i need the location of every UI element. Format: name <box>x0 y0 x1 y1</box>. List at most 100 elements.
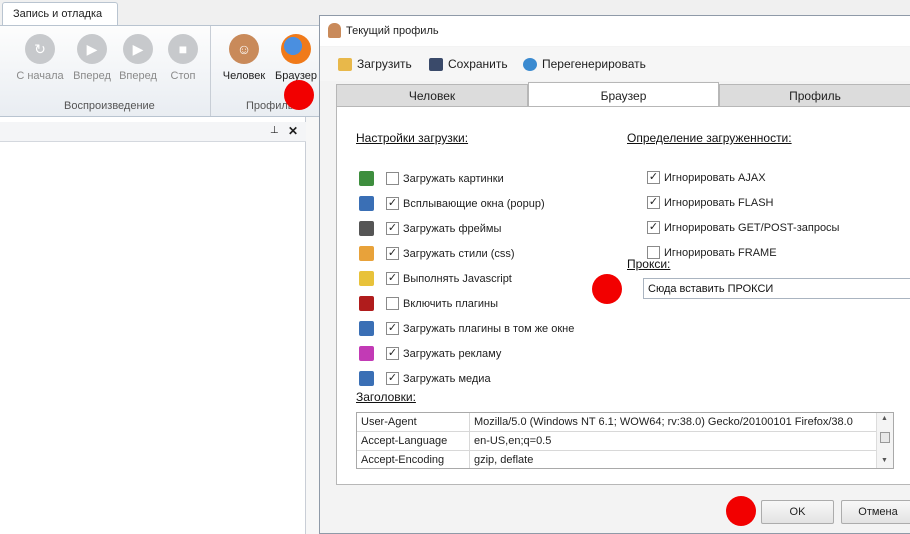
checkbox[interactable]: ✓ <box>647 221 660 234</box>
profile-icon <box>328 23 341 38</box>
option-label: Включить плагины <box>403 297 499 310</box>
cancel-button[interactable]: Отмена <box>841 500 910 524</box>
scroll-up-icon[interactable]: ▲ <box>881 415 888 422</box>
checkbox[interactable] <box>386 172 399 185</box>
stop-icon: ■ <box>168 34 198 64</box>
dialog-title-bar: Текущий профиль <box>320 16 910 46</box>
folder-icon <box>338 57 352 71</box>
checkbox[interactable]: ✓ <box>386 322 399 335</box>
browser-button[interactable]: Браузер <box>270 34 322 82</box>
play-button[interactable]: ▶ Вперед <box>66 34 118 82</box>
detection-option[interactable]: ✓ Игнорировать FLASH <box>647 196 773 209</box>
table-row[interactable]: User-Agent Mozilla/5.0 (Windows NT 6.1; … <box>357 413 878 432</box>
headers-grid[interactable]: User-Agent Mozilla/5.0 (Windows NT 6.1; … <box>356 412 894 469</box>
checkbox[interactable]: ✓ <box>386 372 399 385</box>
firefox-icon <box>281 34 311 64</box>
load-settings-title: Настройки загрузки: <box>356 131 469 145</box>
ok-button[interactable]: OK <box>761 500 834 524</box>
option-label: Игнорировать FRAME <box>664 246 777 259</box>
load-option[interactable]: ✓ Выполнять Javascript <box>359 271 512 286</box>
person-label: Человек <box>222 70 266 82</box>
close-panel-icon[interactable]: ✕ <box>288 124 298 138</box>
person-icon: ☺ <box>229 34 259 64</box>
ribbon: ↻ С начала ▶ Вперед ▶ Вперед ■ Стоп ☺ Че… <box>0 25 320 117</box>
tab-browser[interactable]: Браузер <box>528 82 719 108</box>
save-label: Сохранить <box>448 57 508 71</box>
option-label: Загружать медиа <box>403 372 491 385</box>
header-key: Accept-Encoding <box>357 451 470 468</box>
checkbox[interactable]: ✓ <box>386 272 399 285</box>
checkbox[interactable]: ✓ <box>386 197 399 210</box>
monitor-icon <box>359 321 374 336</box>
restart-icon: ↻ <box>25 34 55 64</box>
option-label: Всплывающие окна (popup) <box>403 197 545 210</box>
detection-option[interactable]: ✓ Игнорировать AJAX <box>647 171 766 184</box>
music-icon <box>359 371 374 386</box>
stop-button[interactable]: ■ Стоп <box>157 34 209 82</box>
load-option[interactable]: ✓ Загружать фреймы <box>359 221 501 236</box>
regenerate-label: Перегенерировать <box>542 57 646 71</box>
option-label: Игнорировать GET/POST-запросы <box>664 221 840 234</box>
load-option[interactable]: ✓ Загружать медиа <box>359 371 491 386</box>
marker-dot <box>284 80 314 110</box>
table-row[interactable]: Accept-Language en-US,en;q=0.5 <box>357 432 878 451</box>
ribbon-tab-record-debug[interactable]: Запись и отладка <box>2 2 118 26</box>
stop-label: Стоп <box>170 70 196 82</box>
proxy-input[interactable] <box>643 278 910 299</box>
play-icon: ▶ <box>77 34 107 64</box>
save-button[interactable]: Сохранить <box>429 57 508 71</box>
header-value: en-US,en;q=0.5 <box>474 435 552 447</box>
header-key: User-Agent <box>357 413 470 432</box>
step-forward-label: Вперед <box>119 70 157 82</box>
pin-icon[interactable]: ⊥ <box>270 125 279 136</box>
editor-strip <box>306 117 320 534</box>
group-label-playback: Воспроизведение <box>64 100 155 112</box>
option-label: Выполнять Javascript <box>403 272 512 285</box>
flash-icon <box>359 296 374 311</box>
image-icon <box>359 171 374 186</box>
detection-option[interactable]: ✓ Игнорировать GET/POST-запросы <box>647 221 839 234</box>
checkbox[interactable]: ✓ <box>386 247 399 260</box>
tab-profile[interactable]: Профиль <box>719 84 910 106</box>
option-label: Загружать фреймы <box>403 222 502 235</box>
load-option[interactable]: Загружать картинки <box>359 171 504 186</box>
load-option[interactable]: ✓ Загружать стили (css) <box>359 246 515 261</box>
checkbox[interactable]: ✓ <box>647 196 660 209</box>
option-label: Игнорировать AJAX <box>664 171 766 184</box>
profile-dialog: Текущий профиль Загрузить Сохранить Пере… <box>319 15 910 534</box>
marker-dot <box>592 274 622 304</box>
load-button[interactable]: Загрузить <box>338 57 412 71</box>
header-value: Mozilla/5.0 (Windows NT 6.1; WOW64; rv:3… <box>474 416 853 428</box>
checkbox[interactable] <box>386 297 399 310</box>
restart-button[interactable]: ↻ С начала <box>14 34 66 82</box>
proxy-title: Прокси: <box>627 257 671 271</box>
checkbox[interactable]: ✓ <box>386 347 399 360</box>
load-option[interactable]: Включить плагины <box>359 296 498 311</box>
frames-icon <box>359 221 374 236</box>
headers-title: Заголовки: <box>356 390 416 404</box>
css-icon <box>359 246 374 261</box>
browser-tab-panel: Настройки загрузки: Загружать картинки ✓ В… <box>336 106 910 485</box>
marker-dot <box>726 496 756 526</box>
dialog-toolbar: Загрузить Сохранить Перегенерировать <box>320 47 910 81</box>
load-detection-title: Определение загруженности: <box>627 131 792 145</box>
option-label: Игнорировать FLASH <box>664 196 774 209</box>
load-option[interactable]: ✓ Загружать плагины в том же окне <box>359 321 574 336</box>
checkbox[interactable]: ✓ <box>647 171 660 184</box>
headers-scrollbar[interactable]: ▲ ▼ <box>876 413 893 468</box>
load-label: Загрузить <box>357 57 412 71</box>
table-row[interactable]: Accept-Encoding gzip, deflate <box>357 451 878 468</box>
side-panel-header: ⊥ ✕ <box>0 122 306 142</box>
popup-icon <box>359 196 374 211</box>
regenerate-button[interactable]: Перегенерировать <box>523 57 646 71</box>
restart-label: С начала <box>16 70 64 82</box>
tab-person[interactable]: Человек <box>336 84 528 106</box>
checkbox[interactable]: ✓ <box>386 222 399 235</box>
dialog-title: Текущий профиль <box>346 25 439 37</box>
load-option[interactable]: ✓ Загружать рекламу <box>359 346 501 361</box>
load-option[interactable]: ✓ Всплывающие окна (popup) <box>359 196 545 211</box>
header-value: gzip, deflate <box>474 454 534 466</box>
scroll-down-icon[interactable]: ▼ <box>881 457 888 464</box>
scroll-thumb[interactable] <box>880 432 890 443</box>
person-button[interactable]: ☺ Человек <box>218 34 270 82</box>
